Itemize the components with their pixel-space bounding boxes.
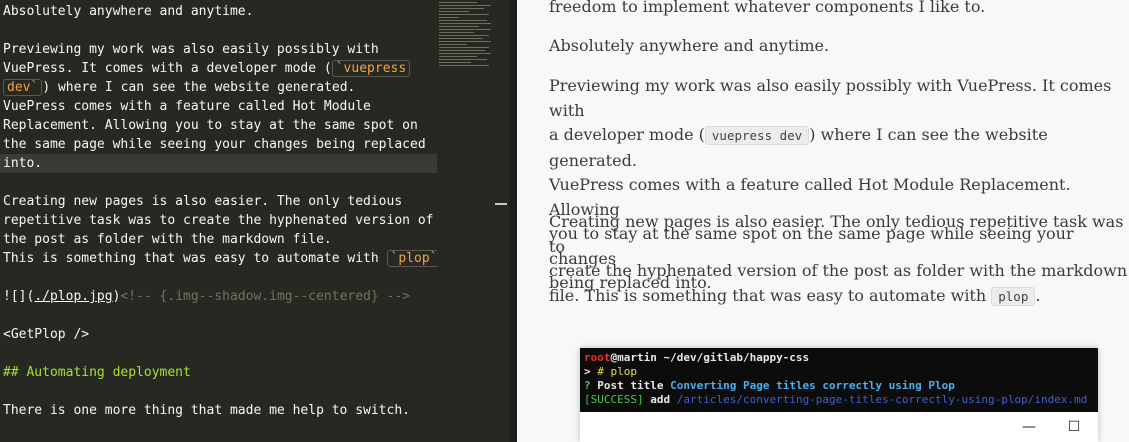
terminal-line: ? Post title Converting Page titles corr… (584, 379, 955, 393)
terminal-add: add (643, 393, 677, 406)
preview-text: file. This is something that was easy to… (549, 285, 992, 305)
editor-line: There is one more thing that made me hel… (3, 403, 410, 418)
inline-code-token: `vuepress (331, 60, 411, 77)
editor-line: into. (3, 156, 43, 171)
maximize-icon: ☐ (1067, 419, 1081, 435)
markdown-preview: freedom to implement whatever components… (517, 0, 1129, 442)
editor-text: This is something that was easy to autom… (3, 251, 387, 266)
inline-code: vuepress dev (704, 126, 810, 145)
inline-code-token: dev` (3, 79, 43, 96)
pane-splitter[interactable] (509, 0, 517, 442)
editor-line: the same page while seeing your changes … (3, 137, 426, 152)
terminal-success: [SUCCESS] (584, 393, 644, 406)
editor-line: Absolutely anywhere and anytime. (3, 4, 254, 19)
terminal-line: [SUCCESS] add /articles/converting-page-… (584, 393, 1087, 407)
editor-text: ![]( (3, 289, 35, 304)
terminal-output: root@martin ~/dev/gitlab/happy-css > # p… (580, 348, 1098, 412)
plop-terminal-screenshot: root@martin ~/dev/gitlab/happy-css > # p… (580, 348, 1098, 442)
terminal-line: root@martin ~/dev/gitlab/happy-css (584, 351, 809, 365)
image-link-url: ./plop.jpg (34, 289, 113, 304)
current-line-highlight (0, 154, 437, 173)
preview-paragraph: freedom to implement whatever components… (549, 0, 986, 16)
editor-line: Replacement. Allowing you to stay at the… (3, 118, 418, 133)
html-comment: <!-- {.img--shadow.img--centered} --> (120, 289, 411, 304)
markdown-editor[interactable]: Absolutely anywhere and anytime. Preview… (0, 0, 437, 442)
inline-code: plop (991, 286, 1036, 306)
minimize-icon: — (1022, 419, 1036, 435)
editor-line: VuePress. It comes with a developer mode… (3, 59, 411, 78)
markdown-heading: ## Automating deployment (3, 365, 191, 380)
preview-text: . (1035, 285, 1041, 305)
editor-line: repetitive task was to create the hyphen… (3, 213, 434, 228)
editor-text: VuePress. It comes with a developer mode… (3, 61, 332, 76)
editor-line: VuePress comes with a feature called Hot… (3, 99, 371, 114)
preview-text: create the hyphenated version of the pos… (549, 261, 1128, 280)
terminal-answer: Converting Page titles correctly using P… (670, 379, 955, 392)
preview-paragraph: Absolutely anywhere and anytime. (549, 36, 830, 55)
editor-line: Creating new pages is also easier. The o… (3, 194, 403, 209)
terminal-path: /articles/converting-page-titles-correct… (676, 393, 1088, 406)
preview-text: a developer mode ( (549, 125, 705, 144)
terminal-host-path: @martin ~/dev/gitlab/happy-css (610, 351, 810, 364)
terminal-line: > # plop (584, 365, 637, 379)
terminal-prompt: > (584, 365, 598, 378)
terminal-question-mark: ? (584, 379, 598, 392)
preview-text: Creating new pages is also easier. The o… (549, 212, 1124, 256)
terminal-command: # plop (597, 365, 637, 378)
terminal-user: root (584, 351, 611, 364)
editor-line: dev`) where I can see the website genera… (3, 78, 355, 97)
editor-text: ) where I can see the website generated. (42, 80, 356, 95)
preview-text: Previewing my work was also easily possi… (549, 76, 1112, 120)
preview-paragraph: Creating new pages is also easier. The o… (549, 210, 1129, 309)
terminal-question: Post title (597, 379, 671, 392)
inline-code-token: `plop` (386, 250, 437, 267)
scroll-position-marker[interactable] (495, 203, 507, 205)
editor-minimap[interactable] (437, 0, 493, 442)
editor-line: ![](./plop.jpg)<!-- {.img--shadow.img--c… (3, 287, 410, 306)
editor-line: the post as folder with the markdown fil… (3, 232, 332, 247)
editor-scrollbar[interactable] (493, 0, 509, 442)
editor-line: Previewing my work was also easily possi… (3, 42, 379, 57)
editor-line: This is something that was easy to autom… (3, 249, 437, 268)
editor-line: <GetPlop /> (3, 327, 90, 342)
